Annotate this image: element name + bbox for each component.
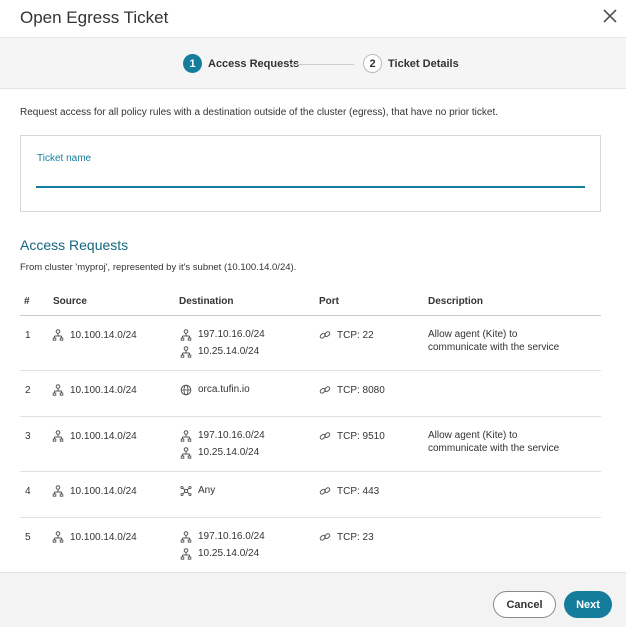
access-requests-title: Access Requests [20,237,129,253]
destination-item: 10.25.14.0/24 [180,444,265,461]
dialog-title: Open Egress Ticket [20,8,169,27]
column-header-destination: Destination [179,296,234,307]
port-link-icon [319,531,331,543]
row-number: 4 [25,486,31,497]
destination-text: 197.10.16.0/24 [198,329,265,340]
source-text: 10.100.14.0/24 [70,485,137,497]
table-row: 4 10.100.14.0/24 Any TCP: 443 [20,472,601,518]
close-icon[interactable] [600,6,620,26]
port-cell: TCP: 443 [319,485,379,497]
destination-text: orca.tufin.io [198,384,250,395]
source-text: 10.100.14.0/24 [70,384,137,396]
step-number: 2 [363,54,382,73]
port-link-icon [319,329,331,341]
intro-text: Request access for all policy rules with… [20,107,499,118]
source-cell: 10.100.14.0/24 [52,329,137,341]
destination-item: 197.10.16.0/24 [180,528,265,545]
table-row: 2 10.100.14.0/24 orca.tufin.io TCP: 8080 [20,371,601,417]
stepper: 1 Access Requests 2 Ticket Details [0,38,626,89]
table-row: 3 10.100.14.0/24 197.10.16.0/24 10.25.14.0/… [20,417,601,472]
destination-text: 197.10.16.0/24 [198,430,265,441]
network-node-icon [52,384,64,396]
column-header-number: # [24,296,30,307]
port-text: TCP: 443 [337,485,380,497]
step-label: Access Requests [208,57,300,70]
network-node-icon [180,429,192,442]
row-number: 5 [25,532,31,543]
destination-cell: 197.10.16.0/24 10.25.14.0/24 [180,427,265,461]
source-cell: 10.100.14.0/24 [52,531,137,543]
ticket-name-input[interactable] [36,170,585,188]
column-header-source: Source [53,296,87,307]
port-link-icon [319,430,331,442]
column-header-description: Description [428,296,484,307]
dialog-footer: Cancel Next [0,572,626,627]
row-number: 3 [25,431,31,442]
destination-cell: Any [180,482,215,499]
network-node-icon [180,530,192,543]
network-node-icon [52,531,64,543]
ticket-name-label: Ticket name [37,153,92,164]
port-text: TCP: 22 [337,329,374,341]
port-text: TCP: 9510 [337,430,385,442]
destination-text: Any [198,485,216,496]
network-node-icon [180,328,192,341]
source-cell: 10.100.14.0/24 [52,384,137,396]
destination-item: orca.tufin.io [180,381,250,398]
port-text: TCP: 23 [337,531,374,543]
step-ticket-details[interactable]: 2 Ticket Details [363,54,459,73]
destination-item: Any [180,482,215,499]
cancel-button[interactable]: Cancel [493,591,556,618]
destination-item: 197.10.16.0/24 [180,326,265,343]
table-row: 1 10.100.14.0/24 197.10.16.0/24 10.25.14.0/… [20,316,601,371]
port-cell: TCP: 22 [319,329,374,341]
step-connector [290,64,354,65]
row-number: 2 [25,385,31,396]
port-link-icon [319,384,331,396]
access-requests-subtitle: From cluster 'myproj', represented by it… [20,262,297,273]
network-node-icon [180,345,192,358]
source-cell: 10.100.14.0/24 [52,485,137,497]
port-text: TCP: 8080 [337,384,385,396]
source-cell: 10.100.14.0/24 [52,430,137,442]
source-text: 10.100.14.0/24 [70,329,137,341]
table-row: 5 10.100.14.0/24 197.10.16.0/24 10.25.14.0/… [20,518,601,573]
network-node-icon [180,446,192,459]
network-node-icon [52,430,64,442]
dialog-header: Open Egress Ticket [0,0,626,38]
destination-item: 10.25.14.0/24 [180,545,265,562]
port-cell: TCP: 9510 [319,430,385,442]
step-label: Ticket Details [388,57,459,70]
ticket-name-box: Ticket name [20,135,601,212]
source-text: 10.100.14.0/24 [70,531,137,543]
destination-cell: 197.10.16.0/24 10.25.14.0/24 [180,528,265,562]
row-number: 1 [25,330,31,341]
network-node-icon [52,485,64,497]
table-header: # Source Destination Port Description [20,290,601,316]
destination-text: 10.25.14.0/24 [198,346,260,357]
next-button[interactable]: Next [564,591,612,618]
destination-cell: orca.tufin.io [180,381,250,398]
step-access-requests[interactable]: 1 Access Requests [183,54,299,73]
port-link-icon [319,485,331,497]
network-node-icon [52,329,64,341]
any-icon [180,485,192,497]
description-cell: Allow agent (Kite) to communicate with t… [428,430,560,454]
source-text: 10.100.14.0/24 [70,430,137,442]
description-cell: Allow agent (Kite) to communicate with t… [428,329,560,353]
destination-item: 197.10.16.0/24 [180,427,265,444]
destination-text: 197.10.16.0/24 [198,531,265,542]
step-number: 1 [183,54,202,73]
port-cell: TCP: 23 [319,531,374,543]
port-cell: TCP: 8080 [319,384,385,396]
access-requests-table: # Source Destination Port Description 11… [20,290,601,573]
destination-text: 10.25.14.0/24 [198,548,260,559]
destination-cell: 197.10.16.0/24 10.25.14.0/24 [180,326,265,360]
globe-icon [180,384,192,396]
network-node-icon [180,547,192,560]
column-header-port: Port [319,296,339,307]
destination-text: 10.25.14.0/24 [198,447,260,458]
destination-item: 10.25.14.0/24 [180,343,265,360]
